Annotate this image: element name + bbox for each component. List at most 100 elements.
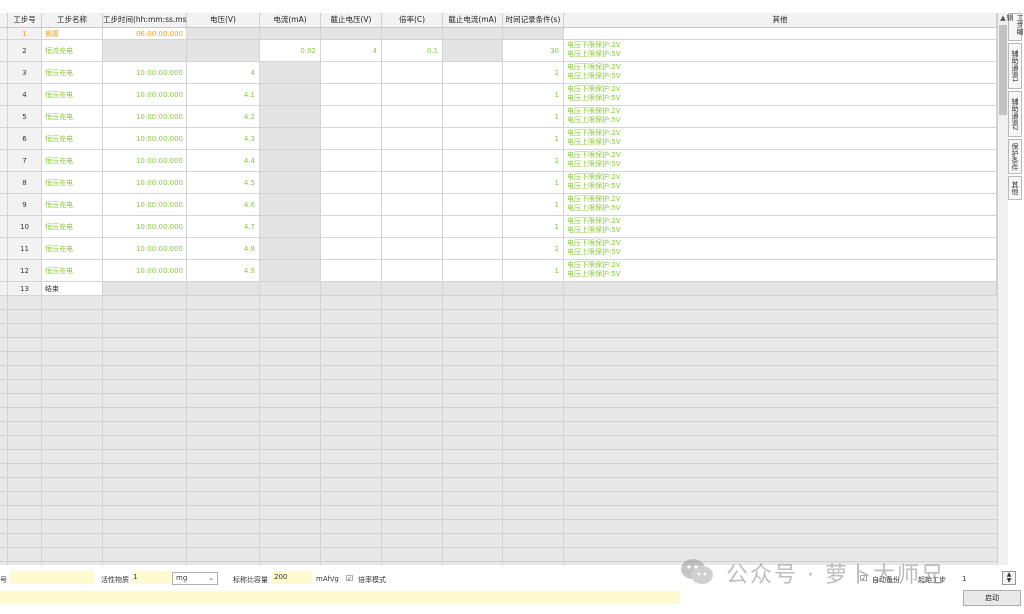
cell-cutoff-voltage[interactable] bbox=[321, 84, 382, 106]
cell-other[interactable] bbox=[564, 282, 997, 296]
cell-rate[interactable] bbox=[382, 106, 443, 128]
cell-other[interactable]: 电压下限保护:2V 电压上限保护:5V bbox=[564, 238, 997, 260]
cell-cutoff-voltage[interactable] bbox=[321, 172, 382, 194]
cell-voltage[interactable]: 4.6 bbox=[187, 194, 260, 216]
table-row[interactable]: 12 恒压充电 10:00:00.000 4.9 1 电压下限保护:2V 电压上限保护:5V bbox=[0, 260, 997, 282]
row-selector[interactable] bbox=[0, 28, 8, 40]
cell-step-time[interactable] bbox=[103, 282, 187, 296]
tab-other[interactable]: 其他 bbox=[1008, 176, 1022, 200]
cell-step-time[interactable]: 10:00:00.000 bbox=[103, 128, 187, 150]
cell-rate[interactable] bbox=[382, 260, 443, 282]
cell-voltage[interactable]: 4.5 bbox=[187, 172, 260, 194]
row-selector[interactable] bbox=[0, 128, 8, 150]
cell-current[interactable] bbox=[260, 28, 321, 40]
column-header-rate[interactable]: 倍率(C) bbox=[382, 13, 443, 27]
table-row[interactable]: 3 恒压充电 10:00:00.000 4 1 电压下限保护:2V 电压上限保护:5V bbox=[0, 62, 997, 84]
cell-step-time[interactable] bbox=[103, 40, 187, 62]
table-row[interactable]: 5 恒压充电 10:00:00.000 4.2 1 电压下限保护:2V 电压上限保护:5V bbox=[0, 106, 997, 128]
cell-voltage[interactable]: 4.1 bbox=[187, 84, 260, 106]
active-material-input[interactable]: 1 bbox=[131, 571, 171, 584]
cell-step-no[interactable]: 2 bbox=[8, 40, 42, 62]
cell-cutoff-voltage[interactable] bbox=[321, 62, 382, 84]
table-row[interactable]: 9 恒压充电 10:00:00.000 4.6 1 电压下限保护:2V 电压上限保护:5V bbox=[0, 194, 997, 216]
column-header-voltage[interactable]: 电压(V) bbox=[187, 13, 260, 27]
cell-voltage[interactable]: 4.4 bbox=[187, 150, 260, 172]
cell-step-no[interactable]: 8 bbox=[8, 172, 42, 194]
cell-cutoff-current[interactable] bbox=[443, 194, 503, 216]
table-row[interactable]: 8 恒压充电 10:00:00.000 4.5 1 电压下限保护:2V 电压上限保护:5V bbox=[0, 172, 997, 194]
column-header-cutoff-voltage[interactable]: 截止电压(V) bbox=[321, 13, 382, 27]
rate-mode-checkbox[interactable]: ☑ bbox=[346, 574, 353, 583]
tab-step-edit[interactable]: 工步编辑 bbox=[1006, 13, 1024, 41]
column-header-step-time[interactable]: 工步时间(hh:mm:ss.ms) bbox=[103, 13, 187, 27]
cell-current[interactable] bbox=[260, 194, 321, 216]
cell-current[interactable] bbox=[260, 282, 321, 296]
cell-step-name[interactable]: 恒压充电 bbox=[42, 106, 103, 128]
table-row[interactable]: 1 搁置 06:00:00.000 bbox=[0, 28, 997, 40]
column-header-record-condition[interactable]: 时间记录条件(s) bbox=[503, 13, 564, 27]
cell-rate[interactable] bbox=[382, 238, 443, 260]
serial-input[interactable] bbox=[10, 571, 94, 584]
row-selector[interactable] bbox=[0, 40, 8, 62]
cell-step-no[interactable]: 10 bbox=[8, 216, 42, 238]
cell-voltage[interactable]: 4.2 bbox=[187, 106, 260, 128]
table-row[interactable]: 11 恒压充电 10:00:00.000 4.8 1 电压下限保护:2V 电压上限保护:5V bbox=[0, 238, 997, 260]
cell-step-time[interactable]: 10:00:00.000 bbox=[103, 238, 187, 260]
cell-step-no[interactable]: 6 bbox=[8, 128, 42, 150]
cell-other[interactable]: 电压下限保护:2V 电压上限保护:5V bbox=[564, 128, 997, 150]
cell-cutoff-voltage[interactable] bbox=[321, 106, 382, 128]
row-selector[interactable] bbox=[0, 260, 8, 282]
cell-cutoff-current[interactable] bbox=[443, 106, 503, 128]
cell-current[interactable] bbox=[260, 172, 321, 194]
unit-select[interactable]: mg ⌄ bbox=[172, 572, 218, 585]
cell-record-condition[interactable] bbox=[503, 28, 564, 40]
cell-cutoff-voltage[interactable] bbox=[321, 282, 382, 296]
column-header-cutoff-current[interactable]: 截止电流(mA) bbox=[443, 13, 503, 27]
cell-record-condition[interactable]: 1 bbox=[503, 260, 564, 282]
cell-other[interactable]: 电压下限保护:2V 电压上限保护:5V bbox=[564, 194, 997, 216]
table-row[interactable]: 6 恒压充电 10:00:00.000 4.3 1 电压下限保护:2V 电压上限保护:5V bbox=[0, 128, 997, 150]
cell-step-time[interactable]: 10:00:00.000 bbox=[103, 216, 187, 238]
cell-current[interactable] bbox=[260, 216, 321, 238]
cell-step-time[interactable]: 10:00:00.000 bbox=[103, 106, 187, 128]
cell-voltage[interactable] bbox=[187, 28, 260, 40]
cell-step-time[interactable]: 10:00:00.000 bbox=[103, 62, 187, 84]
cell-cutoff-voltage[interactable] bbox=[321, 28, 382, 40]
column-header-step-no[interactable]: 工步号 bbox=[8, 13, 42, 27]
tab-aux-channel-2[interactable]: 辅助通道2 bbox=[1008, 91, 1022, 137]
row-selector[interactable] bbox=[0, 150, 8, 172]
row-selector[interactable] bbox=[0, 238, 8, 260]
cell-cutoff-voltage[interactable] bbox=[321, 150, 382, 172]
table-row[interactable]: 4 恒压充电 10:00:00.000 4.1 1 电压下限保护:2V 电压上限保护:5V bbox=[0, 84, 997, 106]
cell-other[interactable]: 电压下限保护:2V 电压上限保护:5V bbox=[564, 40, 997, 62]
cell-current[interactable] bbox=[260, 260, 321, 282]
row-selector[interactable] bbox=[0, 106, 8, 128]
cell-cutoff-voltage[interactable]: 4 bbox=[321, 40, 382, 62]
cell-record-condition[interactable]: 1 bbox=[503, 172, 564, 194]
cell-voltage[interactable]: 4 bbox=[187, 62, 260, 84]
cell-step-no[interactable]: 7 bbox=[8, 150, 42, 172]
tab-protection[interactable]: 保护条件 bbox=[1008, 139, 1022, 174]
cell-cutoff-voltage[interactable] bbox=[321, 216, 382, 238]
row-selector[interactable] bbox=[0, 84, 8, 106]
cell-step-name[interactable]: 结束 bbox=[42, 282, 103, 296]
cell-current[interactable] bbox=[260, 128, 321, 150]
column-header-current[interactable]: 电流(mA) bbox=[260, 13, 321, 27]
cell-current[interactable] bbox=[260, 84, 321, 106]
cell-rate[interactable]: 0.1 bbox=[382, 40, 443, 62]
tab-aux-channel-1[interactable]: 辅助通道1 bbox=[1008, 43, 1022, 89]
cell-step-no[interactable]: 1 bbox=[8, 28, 42, 40]
cell-cutoff-current[interactable] bbox=[443, 216, 503, 238]
cell-rate[interactable] bbox=[382, 128, 443, 150]
table-row[interactable]: 7 恒压充电 10:00:00.000 4.4 1 电压下限保护:2V 电压上限保护:5V bbox=[0, 150, 997, 172]
cell-rate[interactable] bbox=[382, 62, 443, 84]
cell-cutoff-current[interactable] bbox=[443, 260, 503, 282]
cell-record-condition[interactable]: 1 bbox=[503, 128, 564, 150]
cell-cutoff-current[interactable] bbox=[443, 172, 503, 194]
cell-step-name[interactable]: 搁置 bbox=[42, 28, 103, 40]
cell-step-name[interactable]: 恒压充电 bbox=[42, 216, 103, 238]
cell-cutoff-current[interactable] bbox=[443, 84, 503, 106]
cell-cutoff-current[interactable] bbox=[443, 128, 503, 150]
cell-step-no[interactable]: 3 bbox=[8, 62, 42, 84]
cell-voltage[interactable] bbox=[187, 282, 260, 296]
